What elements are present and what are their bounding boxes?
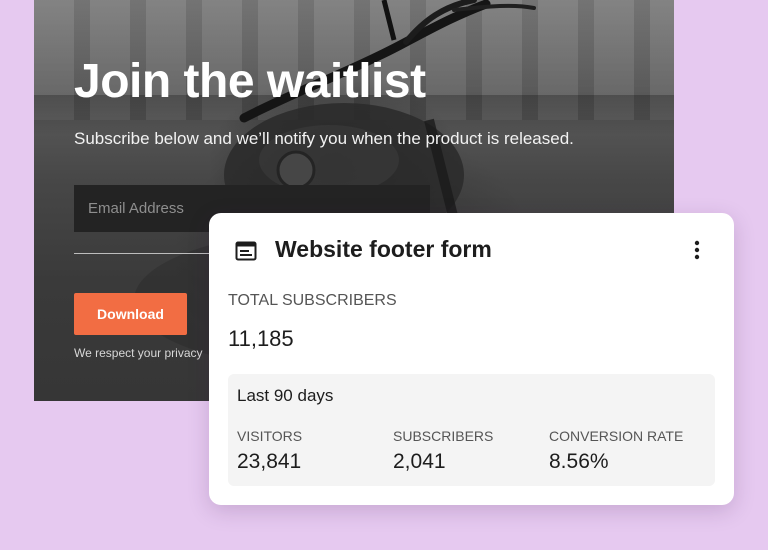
conversion-rate-metric: CONVERSION RATE 8.56% [549, 428, 683, 474]
subscribers-value: 2,041 [393, 450, 446, 473]
subscribers-metric: SUBSCRIBERS 2,041 [393, 428, 493, 474]
total-subscribers-label: TOTAL SUBSCRIBERS [228, 292, 397, 309]
period-stats-panel: Last 90 days VISITORS 23,841 SUBSCRIBERS… [228, 374, 715, 486]
more-options-button[interactable] [685, 237, 709, 265]
download-button[interactable]: Download [74, 293, 187, 335]
period-title: Last 90 days [237, 386, 334, 405]
more-vertical-icon [694, 240, 700, 260]
privacy-notice: We respect your privacy [74, 346, 203, 360]
total-subscribers-value: 11,185 [228, 326, 294, 351]
form-stats-card: Website footer form TOTAL SUBSCRIBERS 11… [209, 213, 734, 505]
waitlist-subtitle: Subscribe below and we’ll notify you whe… [74, 129, 574, 148]
card-title: Website footer form [275, 236, 492, 262]
conversion-rate-label: CONVERSION RATE [549, 428, 684, 444]
waitlist-title: Join the waitlist [74, 55, 426, 108]
form-icon [235, 241, 257, 261]
visitors-value: 23,841 [237, 450, 302, 473]
visitors-metric: VISITORS 23,841 [237, 428, 302, 474]
conversion-rate-value: 8.56% [549, 450, 609, 473]
subscribers-label: SUBSCRIBERS [393, 428, 494, 444]
visitors-label: VISITORS [237, 428, 303, 444]
